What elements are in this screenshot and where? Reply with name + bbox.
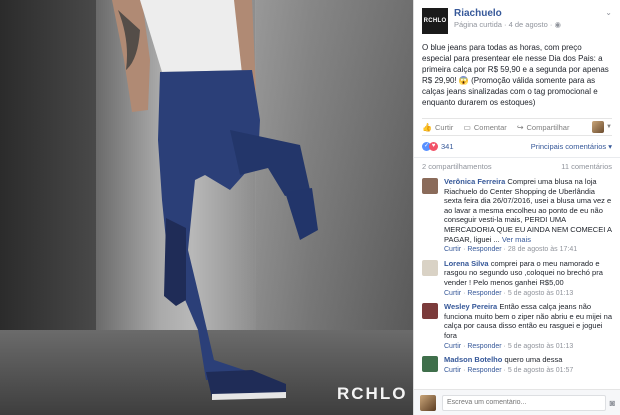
post-photo[interactable]: RCHLO: [0, 0, 413, 415]
camera-icon[interactable]: ◙: [610, 398, 615, 408]
comment-input[interactable]: [442, 394, 606, 411]
model-illustration: [112, 0, 318, 400]
commenter-avatar[interactable]: [422, 178, 438, 194]
comment-like-link[interactable]: Curtir: [444, 343, 461, 350]
post-panel: RCHLO Riachuelo Página curtida · 4 de ag…: [413, 0, 620, 415]
comment-actions: Curtir · Responder · 28 de agosto às 17:…: [444, 246, 578, 254]
comment-body: Madson Botelho quero uma dessa Curtir · …: [444, 355, 573, 375]
speech-bubble-icon: ▭: [463, 122, 471, 132]
comment-like-link[interactable]: Curtir: [444, 290, 461, 297]
post-options-chevron-icon[interactable]: ⌄: [605, 8, 612, 34]
commenter-name[interactable]: Wesley Pereira: [444, 302, 497, 311]
see-more-link[interactable]: Ver mais: [502, 235, 531, 244]
comment-label: Comentar: [473, 122, 507, 132]
comment-actions: Curtir · Responder · 5 de agosto às 01:5…: [444, 366, 574, 374]
post-meta-text: Página curtida · 4 de agosto ·: [454, 20, 553, 29]
globe-icon: ◉: [554, 20, 562, 29]
share-count[interactable]: 2 compartilhamentos: [422, 162, 492, 171]
commenter-name[interactable]: Lorena Silva: [444, 259, 489, 268]
comment-actions: Curtir · Responder · 5 de agosto às 01:1…: [444, 289, 574, 297]
comment-item: Lorena Silva comprei para o meu namorado…: [422, 259, 612, 298]
viewer-avatar[interactable]: [592, 121, 605, 133]
comment-reply-link[interactable]: Responder: [467, 367, 501, 374]
commenter-avatar[interactable]: [422, 356, 438, 373]
reactions-row: ✓ ♥ 341 Principais comentários ▾: [414, 136, 620, 157]
like-button[interactable]: 👍 Curtir: [422, 123, 453, 132]
comment-body: Wesley Pereira Então essa calça jeans nã…: [444, 302, 612, 351]
post-header: RCHLO Riachuelo Página curtida · 4 de ag…: [414, 0, 620, 38]
commenter-name[interactable]: Madson Botelho: [444, 355, 502, 364]
comment-actions: Curtir · Responder · 5 de agosto às 01:1…: [444, 342, 574, 350]
thumbs-up-icon: 👍: [422, 122, 432, 132]
post-header-text: Riachuelo Página curtida · 4 de agosto ·…: [454, 8, 605, 34]
comment-item: Wesley Pereira Então essa calça jeans nã…: [422, 302, 612, 351]
raised-shoe: [164, 218, 186, 306]
commenter-name[interactable]: Verônica Ferreira: [444, 177, 505, 186]
comment-item: Madson Botelho quero uma dessa Curtir · …: [422, 355, 612, 375]
comment-text: quero uma dessa: [504, 355, 563, 365]
comment-time[interactable]: 5 de agosto às 01:13: [508, 290, 573, 297]
page-logo[interactable]: RCHLO: [422, 8, 448, 34]
commenter-avatar[interactable]: [422, 303, 438, 320]
love-reaction-icon: ♥: [429, 142, 438, 151]
reaction-count[interactable]: 341: [441, 142, 454, 151]
comment-body: Verônica Ferreira Comprei uma blusa na l…: [444, 177, 612, 255]
share-arrow-icon: ↪: [516, 122, 524, 132]
comment-time[interactable]: 5 de agosto às 01:57: [508, 367, 573, 374]
comment-item: Verônica Ferreira Comprei uma blusa na l…: [422, 177, 612, 255]
page-name-link[interactable]: Riachuelo: [454, 8, 605, 20]
comment-like-link[interactable]: Curtir: [444, 246, 461, 253]
share-button[interactable]: ↪ Compartilhar: [517, 123, 570, 132]
like-label: Curtir: [434, 122, 454, 132]
viewer-avatar-small: [420, 394, 436, 411]
bent-leg: [230, 130, 310, 196]
post-meta: Página curtida · 4 de agosto · ◉: [454, 20, 605, 30]
comment-reply-link[interactable]: Responder: [467, 290, 501, 297]
comment-list: Verônica Ferreira Comprei uma blusa na l…: [414, 175, 620, 375]
comment-time[interactable]: 28 de agosto às 17:41: [508, 246, 577, 253]
comment-reply-link[interactable]: Responder: [467, 343, 501, 350]
comment-time[interactable]: 5 de agosto às 01:13: [508, 343, 573, 350]
post-viewer: RCHLO RCHLO Riachuelo Página curtida · 4…: [0, 0, 620, 415]
comment-body: Lorena Silva comprei para o meu namorado…: [444, 259, 612, 298]
brand-watermark: RCHLO: [337, 384, 408, 403]
post-stats: 2 compartilhamentos 11 comentários: [414, 157, 620, 175]
comment-reply-link[interactable]: Responder: [467, 246, 501, 253]
comment-count[interactable]: 11 comentários: [561, 162, 612, 171]
post-text: O blue jeans para todas as horas, com pr…: [422, 43, 609, 107]
comment-like-link[interactable]: Curtir: [444, 367, 461, 374]
share-label: Compartilhar: [526, 122, 570, 132]
post-actions-bar: 👍 Curtir ▭ Comentar ↪ Compartilhar ▼: [422, 118, 612, 136]
comment-composer: ◙: [414, 389, 620, 415]
comment-sort-dropdown[interactable]: Principais comentários ▾: [531, 142, 612, 151]
lower-bent-leg: [285, 188, 318, 240]
identity-caret-icon[interactable]: ▼: [606, 124, 612, 130]
commenter-avatar[interactable]: [422, 259, 438, 276]
comment-button[interactable]: ▭ Comentar: [463, 123, 507, 132]
